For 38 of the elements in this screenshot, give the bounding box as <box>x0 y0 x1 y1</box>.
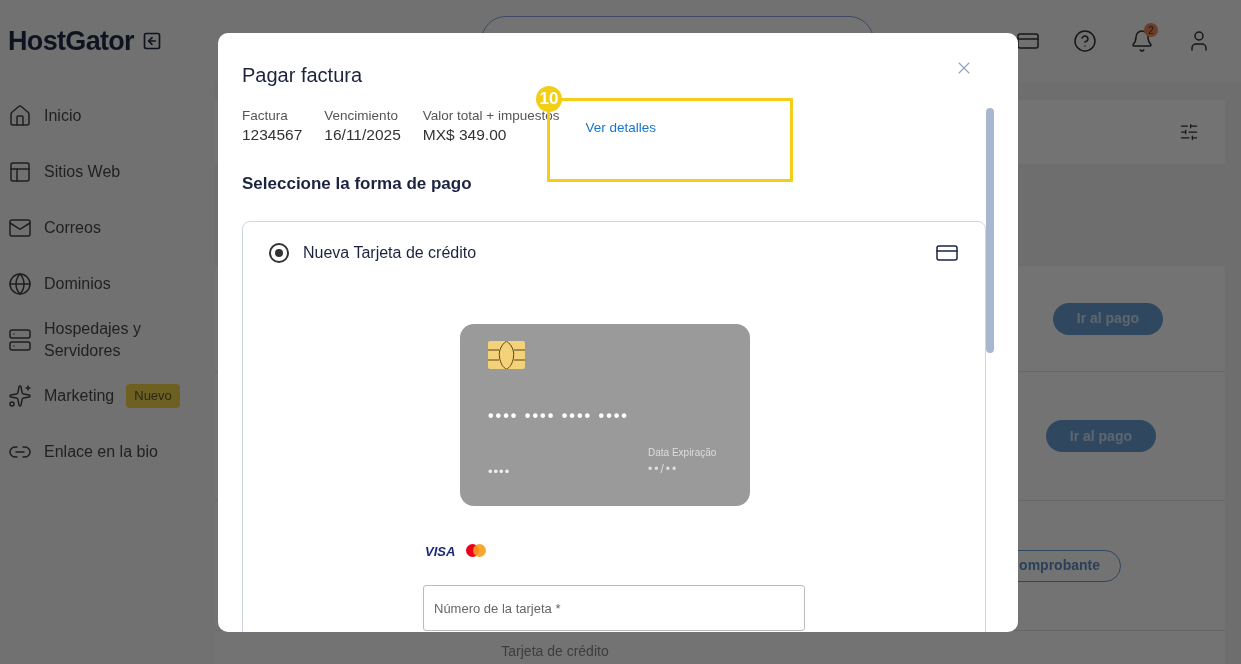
home-icon <box>8 104 32 128</box>
field-label: Factura <box>242 107 289 125</box>
nav-item[interactable]: Enlace en la bio <box>8 426 207 478</box>
nav-item[interactable]: Marketing Nuevo <box>8 370 207 422</box>
logo: HostGator <box>8 24 134 58</box>
card-cvv: •••• <box>488 462 511 481</box>
payment-option[interactable]: Nueva Tarjeta de crédito <box>243 221 985 284</box>
dialog-title: Pagar factura <box>242 63 363 88</box>
field-value: 16/11/2025 <box>324 125 401 145</box>
new-badge: Nuevo <box>126 384 180 408</box>
marketing-icon <box>8 384 32 408</box>
field-value: MX$ 349.00 <box>422 125 508 145</box>
expiry-label: Data Expiração <box>648 445 717 460</box>
expiry-value: ••/•• <box>648 460 679 478</box>
card-brand-logo: VISA <box>425 542 456 561</box>
domains-icon <box>8 272 32 296</box>
help-icon[interactable] <box>1073 29 1097 53</box>
notification-count: 2 <box>1144 23 1158 37</box>
scrollbar[interactable] <box>986 108 994 353</box>
mail-icon <box>8 216 32 240</box>
mastercard-logo <box>465 543 488 560</box>
card-number: •••• •••• •••• •••• <box>488 405 629 426</box>
card-number-field[interactable]: Número de la tarjeta * <box>423 585 805 631</box>
nav-item[interactable]: Hospedajes y Servidores <box>8 314 207 366</box>
field-value: 1234567 <box>242 125 303 145</box>
chip-icon <box>488 340 525 369</box>
filter-icon[interactable] <box>1179 122 1199 142</box>
collapse-icon[interactable] <box>141 31 162 51</box>
sites-icon <box>8 160 32 184</box>
nav-item[interactable]: Sitios Web <box>8 146 207 198</box>
radio-button[interactable] <box>269 242 289 263</box>
field-label: Vencimiento <box>324 107 399 125</box>
nav-item[interactable]: Inicio <box>8 90 207 142</box>
nav-item[interactable]: Dominios <box>8 258 207 310</box>
details-link[interactable]: Ver detalles <box>585 118 657 139</box>
nav-item[interactable]: Correos <box>8 202 207 254</box>
hosting-icon <box>8 328 32 352</box>
section-heading: Seleccione la forma de pago <box>242 174 472 193</box>
